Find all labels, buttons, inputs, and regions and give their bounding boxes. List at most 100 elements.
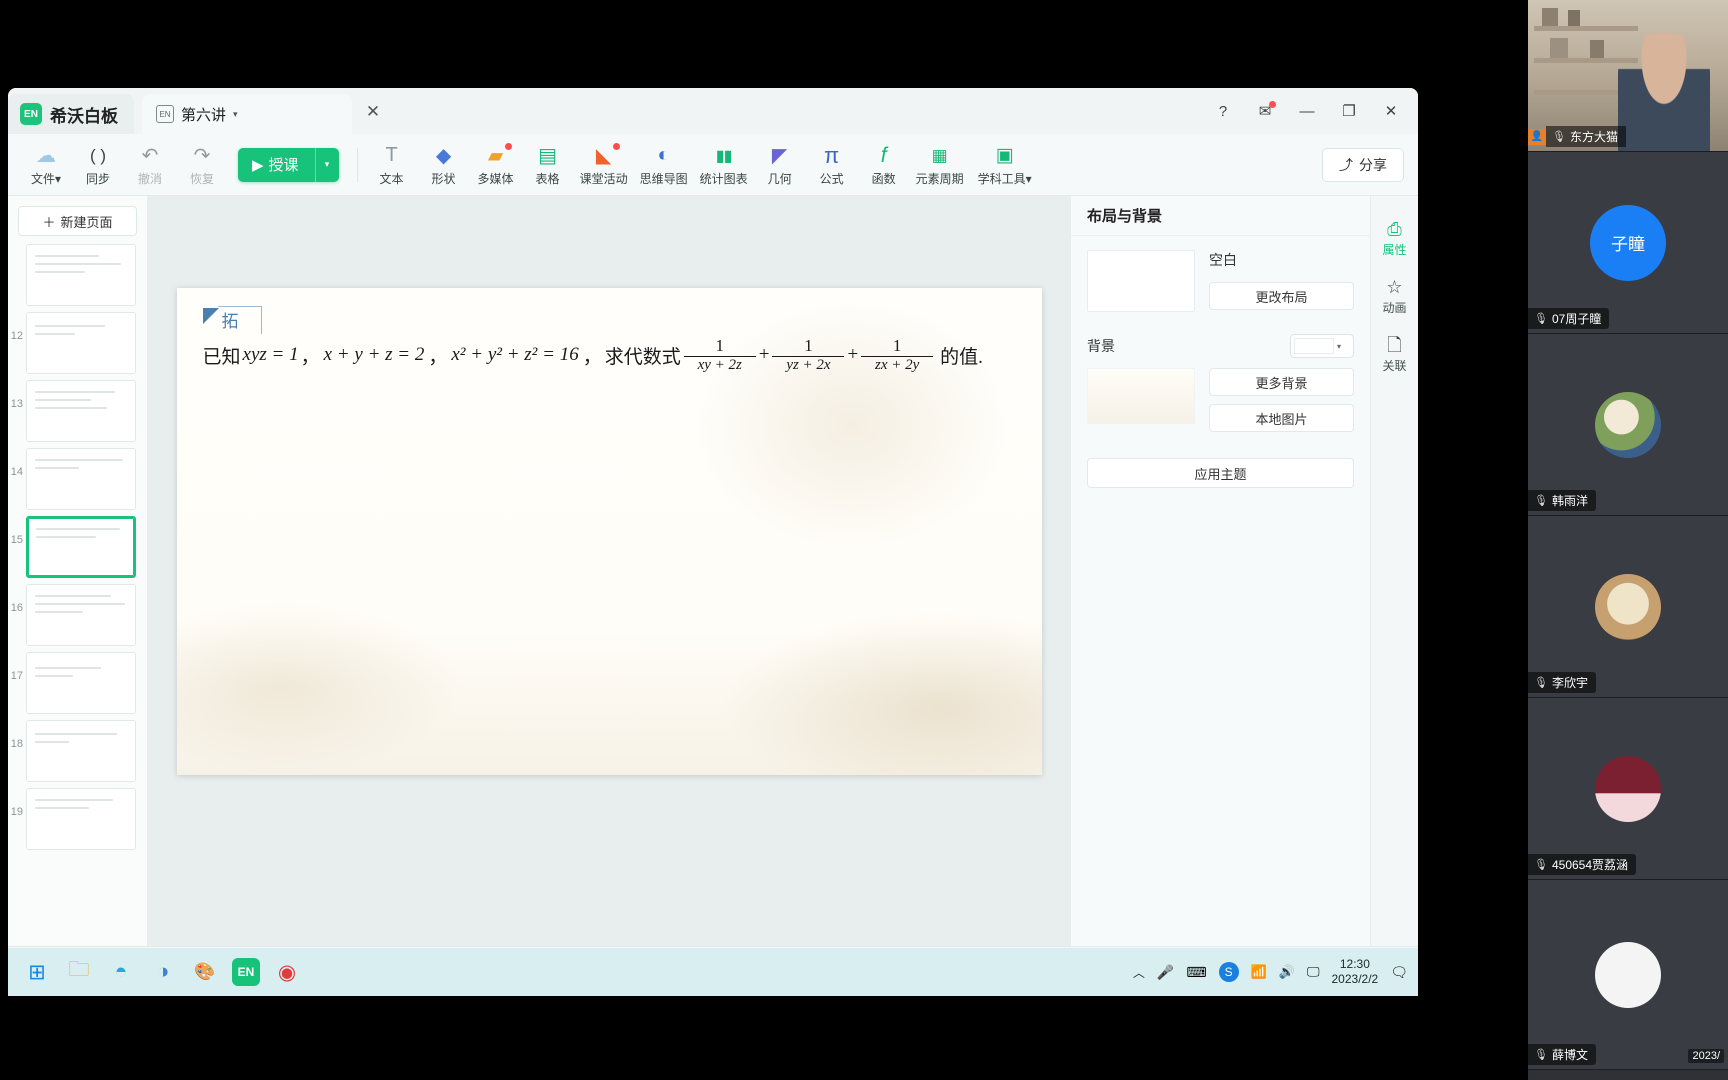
toolbar-item-formula[interactable]: π 公式 (806, 141, 858, 189)
toolbar-item-file[interactable]: ☁ 文件▾ (20, 141, 72, 189)
tab-properties[interactable]: ⎙ 属性 (1371, 210, 1418, 268)
thumbnail-row[interactable]: 18 (10, 720, 147, 782)
thumbnail-slide[interactable] (26, 448, 136, 510)
toolbar-item-classroom-activity[interactable]: ◣ 课堂活动 (574, 141, 634, 189)
separator-2: ， (428, 346, 448, 368)
slide-page[interactable]: 拓 已知 xyz = 1 ， x + y + z = 2 ， x² + y² +… (176, 288, 1042, 775)
toolbar-item-geometry[interactable]: ◤ 几何 (754, 141, 806, 189)
thumbnail-row[interactable]: 19 (10, 788, 147, 850)
video-cell-host[interactable]: 👤 🎙 东方大猫 (1528, 0, 1728, 152)
paint-icon[interactable]: 🎨 (184, 952, 226, 992)
close-tab-icon[interactable]: ✕ (363, 102, 383, 122)
seewo-en-icon[interactable]: EN (232, 958, 260, 986)
app-blue-icon[interactable]: ◑ (142, 952, 184, 992)
toolbar-item-mindmap[interactable]: ◐ 思维导图 (634, 141, 694, 189)
apply-theme-button[interactable]: 应用主题 (1087, 458, 1354, 488)
toolbar-item-table[interactable]: ▤ 表格 (522, 141, 574, 189)
video-cell-participant[interactable]: 🎙 450654贾荔涵 (1528, 698, 1728, 880)
toolbar-label-redo: 恢复 (189, 171, 214, 186)
thumbnail-slide[interactable] (26, 652, 136, 714)
avatar (1595, 391, 1661, 458)
toolbar-item-text[interactable]: T 文本 (366, 141, 418, 189)
change-layout-button[interactable]: 更改布局 (1209, 282, 1354, 310)
tab-animation[interactable]: ☆ 动画 (1371, 268, 1418, 326)
toolbar-label-periodic-table: 元素周期 (915, 171, 964, 186)
keyboard-icon[interactable]: ⌨ (1186, 964, 1206, 981)
background-preview-row: 更多背景 本地图片 (1071, 358, 1370, 440)
display-icon[interactable]: 🖵 (1307, 964, 1320, 980)
edge-browser-icon[interactable]: ◓ (100, 952, 142, 992)
thumbnail-row[interactable]: 17 (10, 652, 147, 714)
teach-main[interactable]: ▶ 授课 (238, 148, 315, 182)
ask-label: 求代数式 (604, 346, 681, 368)
document-tab[interactable]: EN 第六讲 ▾ (142, 94, 352, 134)
video-cell-participant[interactable]: 🎙 李欣宇 (1528, 516, 1728, 698)
start-windows-icon[interactable]: ⊞ (16, 952, 58, 992)
chevron-down-icon[interactable]: ▾ (233, 109, 238, 120)
teach-dropdown-icon[interactable]: ▾ (314, 147, 339, 182)
slide-canvas-area[interactable]: 拓 已知 xyz = 1 ， x + y + z = 2 ， x² + y² +… (148, 196, 1070, 946)
video-cell-participant[interactable]: 🎙 韩雨洋 (1528, 334, 1728, 516)
mic-muted-icon: 🎙 (1534, 495, 1548, 507)
notification-icon[interactable]: 🗨 (1390, 964, 1408, 981)
share-button[interactable]: ⤴ 分享 (1322, 148, 1404, 182)
video-cell-participant[interactable]: 🎙 薛博文 2023/ (1528, 880, 1728, 1070)
mail-icon[interactable]: ✉ (1246, 96, 1284, 126)
thumbnail-row[interactable] (10, 244, 147, 306)
thumbnail-row[interactable]: 14 (10, 448, 147, 510)
thumbnail-row[interactable]: 15 (10, 516, 147, 578)
thumbnail-row[interactable]: 16 (10, 584, 147, 646)
volume-icon[interactable]: 🔊 (1279, 964, 1295, 980)
background-color-picker[interactable]: ▾ (1290, 334, 1354, 358)
file-label: 文件 (30, 171, 55, 186)
thumbnail-slide[interactable] (26, 312, 136, 374)
toolbar-item-shapes[interactable]: ◆ 形状 (418, 141, 470, 189)
microphone-icon[interactable]: 🎤 (1157, 964, 1174, 981)
participant-name: 450654贾荔涵 (1551, 858, 1629, 872)
toolbar-item-media[interactable]: ▰ 多媒体 (470, 141, 522, 189)
thumbnail-slide-active[interactable] (26, 516, 136, 578)
thumbnail-slide[interactable] (26, 788, 136, 850)
wifi-icon[interactable]: 📶 (1251, 964, 1267, 980)
more-background-button[interactable]: 更多背景 (1209, 368, 1354, 396)
tab-link[interactable]: 🗋 关联 (1371, 326, 1418, 384)
thumbnail-slide[interactable] (26, 380, 136, 442)
new-page-button[interactable]: ＋ 新建页面 (18, 206, 137, 236)
seewo-red-icon[interactable]: ◉ (266, 952, 308, 992)
minimize-button[interactable]: — (1288, 96, 1326, 126)
chevron-up-icon[interactable]: ︿ (1133, 964, 1145, 981)
subject-tools-caret-icon: ▾ (1025, 171, 1032, 186)
help-icon[interactable]: ? (1204, 96, 1242, 126)
file-caret-icon: ▾ (54, 171, 62, 186)
close-window-button[interactable]: ✕ (1372, 96, 1410, 126)
toolbar-item-periodic-table[interactable]: ▦ 元素周期 (910, 141, 970, 189)
windows-taskbar: ⊞ 🗀 ◓ ◑ 🎨 EN ◉ ︿ 🎤 ⌨ S 📶 🔊 🖵 12:30 2023/… (8, 948, 1418, 996)
thumbnail-list[interactable]: 12 13 14 15 16 17 18 19 (8, 244, 147, 946)
toolbar-item-redo[interactable]: ↷ 恢复 (176, 141, 228, 189)
taskbar-clock[interactable]: 12:30 2023/2/2 (1332, 957, 1379, 987)
toolbar-item-sync[interactable]: ( ) 同步 (72, 141, 124, 189)
toolbar-item-undo[interactable]: ↶ 撤消 (124, 141, 176, 189)
thumbnail-slide[interactable] (26, 244, 136, 306)
local-image-button[interactable]: 本地图片 (1209, 404, 1354, 432)
file-explorer-icon[interactable]: 🗀 (58, 952, 100, 992)
plus-operator-2: + (847, 344, 859, 366)
video-cell-participant[interactable]: 子瞳 🎙 07周子瞳 (1528, 152, 1728, 334)
toolbar-label-mindmap: 思维导图 (639, 171, 688, 186)
teach-mode-button[interactable]: ▶ 授课 ▾ (238, 147, 339, 182)
toolbar-label-table: 表格 (535, 171, 560, 186)
shapes-icon: ◆ (435, 145, 452, 167)
toolbar-item-chart[interactable]: ▮▮ 统计图表 (694, 141, 754, 189)
maximize-button[interactable]: ❐ (1330, 96, 1368, 126)
thumbnail-slide[interactable] (26, 584, 136, 646)
toolbar-item-subject-tools[interactable]: ▣ 学科工具▾ (970, 141, 1040, 189)
thumbnail-row[interactable]: 12 (10, 312, 147, 374)
seewo-tray-icon[interactable]: S (1218, 962, 1239, 982)
layout-name-label: 空白 (1209, 252, 1237, 268)
toolbar-item-function[interactable]: f 函数 (858, 141, 910, 189)
thumbnail-slide[interactable] (26, 720, 136, 782)
layout-preview[interactable] (1087, 250, 1195, 312)
brand-tab[interactable]: EN 希沃白板 (8, 94, 134, 134)
thumbnail-row[interactable]: 13 (10, 380, 147, 442)
background-preview[interactable] (1087, 368, 1195, 424)
